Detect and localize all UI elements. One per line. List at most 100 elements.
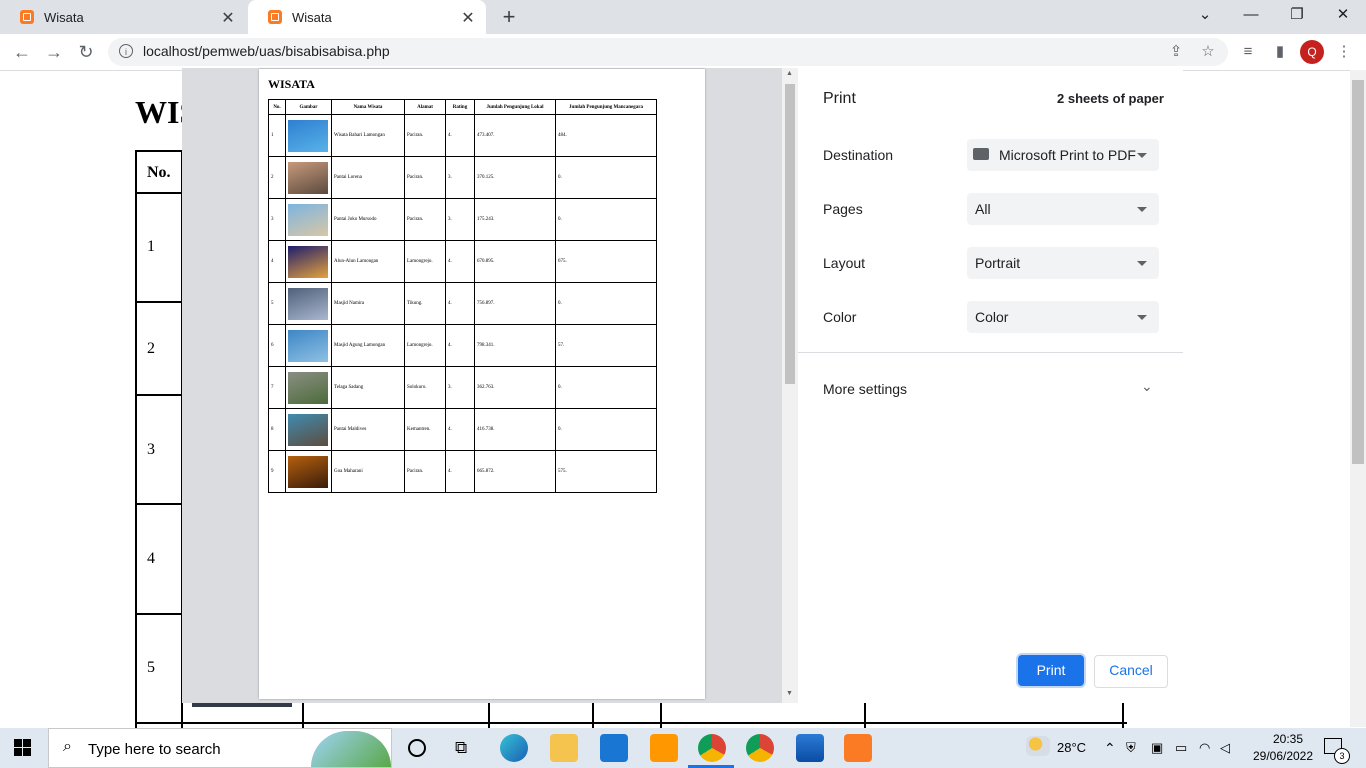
menu-icon[interactable]: ⋮ [1332, 40, 1356, 64]
cell-rating: 3. [445, 366, 475, 409]
notification-count: 3 [1334, 748, 1350, 764]
file-explorer-icon[interactable] [550, 734, 578, 762]
pages-value: All [975, 201, 991, 217]
cell-lokal: 416.738. [474, 408, 556, 451]
preview-scrollbar-thumb[interactable] [785, 84, 795, 384]
weather-icon[interactable] [1026, 736, 1050, 756]
table-row: 3 Pantai Joko Mursodo Paciran. 3. 175.243. 0. [268, 198, 657, 241]
scroll-up-icon[interactable]: ▲ [786, 70, 793, 77]
cell-manca: 57. [555, 324, 657, 367]
cell-alamat: Paciran. [404, 156, 446, 199]
close-tab-icon[interactable]: ✕ [220, 8, 236, 28]
pages-select[interactable]: All [967, 193, 1159, 225]
cell-no: 8 [268, 408, 286, 451]
tourism-photo [288, 161, 328, 194]
table-row: 7 Telaga Sadang Solokuro. 3. 362.763. 0. [268, 366, 657, 409]
color-select[interactable]: Color [967, 301, 1159, 333]
chrome-icon[interactable] [698, 734, 726, 762]
new-tab-button[interactable]: + [497, 2, 521, 32]
cell-no: 7 [268, 366, 286, 409]
tab-search-icon[interactable]: ⌄ [1182, 0, 1228, 30]
edge-icon[interactable] [500, 734, 528, 762]
chevron-down-icon [1137, 207, 1147, 212]
chrome-profile-icon[interactable] [746, 734, 774, 762]
cell-manca: 0. [555, 366, 657, 409]
restore-button[interactable]: ❐ [1274, 0, 1320, 30]
cell-lokal: 473.407. [474, 114, 556, 157]
photos-icon[interactable] [796, 734, 824, 762]
cell-nama: Telaga Sadang [331, 366, 405, 409]
cell-gambar [285, 366, 332, 409]
minimize-button[interactable]: — [1228, 0, 1274, 30]
cortana-icon[interactable] [408, 739, 426, 757]
scroll-down-icon[interactable]: ▼ [786, 690, 793, 697]
cell-lokal: 175.243. [474, 198, 556, 241]
cancel-button[interactable]: Cancel [1094, 655, 1168, 688]
profile-avatar[interactable]: Q [1300, 40, 1324, 64]
cell-alamat: Lamongrejo. [404, 324, 446, 367]
search-icon: ⌕ [63, 738, 72, 755]
side-panel-icon[interactable]: ▮ [1268, 40, 1292, 64]
print-title: Print [823, 90, 856, 107]
cell-alamat: Kemantren. [404, 408, 446, 451]
wifi-icon[interactable]: ◠ [1199, 740, 1210, 756]
col-gambar: Gambar [285, 99, 332, 115]
sublime-text-icon[interactable] [650, 734, 678, 762]
cell-gambar [285, 450, 332, 493]
col-lokal: Jumlah Pengunjung Lokal [474, 99, 556, 115]
more-settings-label: More settings [823, 381, 908, 397]
cell-lokal: 670.895. [474, 240, 556, 283]
tourism-photo [288, 329, 328, 362]
col-nama: Nama Wisata [331, 99, 405, 115]
preview-title: WISATA [268, 77, 315, 91]
table-row: 5 Masjid Namira Tikung. 4. 756.897. 0. [268, 282, 657, 325]
forward-icon[interactable]: → [42, 40, 66, 64]
tab-wisata-2[interactable]: Wisata ✕ [248, 0, 486, 34]
destination-value: Microsoft Print to PDF [999, 147, 1136, 163]
destination-select[interactable]: Microsoft Print to PDF [967, 139, 1159, 171]
xampp-icon[interactable] [844, 734, 872, 762]
reload-icon[interactable]: ↻ [74, 40, 98, 64]
weather-temp[interactable]: 28°C [1057, 740, 1086, 755]
layout-select[interactable]: Portrait [967, 247, 1159, 279]
color-value: Color [975, 309, 1009, 325]
more-settings-toggle[interactable]: More settings ⌄ [798, 370, 1183, 406]
row-number: 3 [147, 441, 155, 458]
back-icon[interactable]: ← [10, 40, 34, 64]
cell-manca: 0. [555, 156, 657, 199]
cell-rating: 4. [445, 240, 475, 283]
col-alamat: Alamat [404, 99, 446, 115]
cell-no: 1 [268, 114, 286, 157]
cell-nama: Pantai Maldives [331, 408, 405, 451]
chevron-up-icon[interactable]: ⌃ [1104, 740, 1116, 757]
print-button[interactable]: Print [1018, 655, 1084, 686]
xampp-icon [268, 10, 282, 24]
cell-no: 6 [268, 324, 286, 367]
security-icon[interactable]: ⛨ [1126, 740, 1136, 756]
close-tab-icon[interactable]: ✕ [460, 8, 476, 28]
volume-icon[interactable]: ◁ [1220, 740, 1230, 756]
battery-icon[interactable]: ▭ [1175, 740, 1187, 756]
task-view-icon[interactable]: ⧉ [455, 738, 467, 758]
bookmark-star-icon[interactable]: ☆ [1196, 40, 1220, 64]
cell-alamat: Lamongrejo. [404, 240, 446, 283]
cell-manca: 675. [555, 240, 657, 283]
url-text: localhost/pemweb/uas/bisabisabisa.php [143, 43, 390, 59]
reading-list-icon[interactable]: ≡ [1236, 40, 1260, 64]
taskbar-search[interactable]: ⌕ Type here to search [48, 728, 392, 768]
cell-gambar [285, 324, 332, 367]
clock-date[interactable]: 29/06/2022 [1248, 749, 1318, 763]
cell-rating: 3. [445, 156, 475, 199]
page-scrollbar-thumb[interactable] [1352, 80, 1364, 464]
clock-time[interactable]: 20:35 [1260, 732, 1316, 746]
table-row: 8 Pantai Maldives Kemantren. 4. 416.738. 0. [268, 408, 657, 451]
share-icon[interactable]: ⇪ [1164, 40, 1188, 64]
row-number: 5 [147, 659, 155, 676]
windows-start-icon[interactable] [14, 739, 32, 757]
cell-nama: Masjid Namira [331, 282, 405, 325]
mail-icon[interactable] [600, 734, 628, 762]
device-icon[interactable]: ▣ [1151, 740, 1163, 756]
tab-wisata-1[interactable]: Wisata ✕ [0, 0, 246, 34]
close-window-button[interactable]: ✕ [1320, 0, 1366, 30]
site-info-icon[interactable]: i [119, 44, 133, 58]
